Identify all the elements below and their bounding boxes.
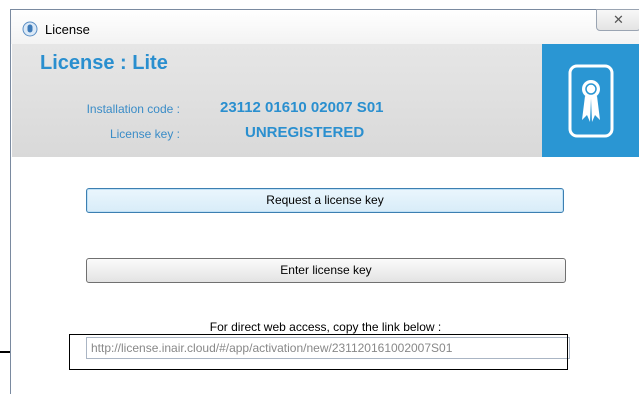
license-header: License : Lite Installation code : 23112… [12, 44, 542, 157]
license-title: License : Lite [40, 52, 168, 74]
close-icon: ✕ [613, 12, 624, 27]
title-bar[interactable]: License ✕ [11, 9, 639, 44]
annotation-highlight-box [69, 334, 568, 370]
app-icon [22, 21, 38, 37]
enter-license-key-button[interactable]: Enter license key [86, 258, 566, 283]
license-key-value: UNREGISTERED [245, 124, 365, 141]
certificate-ribbon-icon [568, 64, 614, 138]
close-button[interactable]: ✕ [596, 9, 639, 31]
installation-code-value: 23112 01610 02007 S01 [220, 99, 384, 116]
installation-code-label: Installation code : [86, 102, 180, 116]
window-title: License [45, 22, 90, 37]
direct-web-access-hint: For direct web access, copy the link bel… [209, 320, 442, 334]
request-license-key-button[interactable]: Request a license key [86, 188, 564, 213]
license-key-label: License key : [109, 127, 180, 141]
license-badge [542, 44, 639, 157]
